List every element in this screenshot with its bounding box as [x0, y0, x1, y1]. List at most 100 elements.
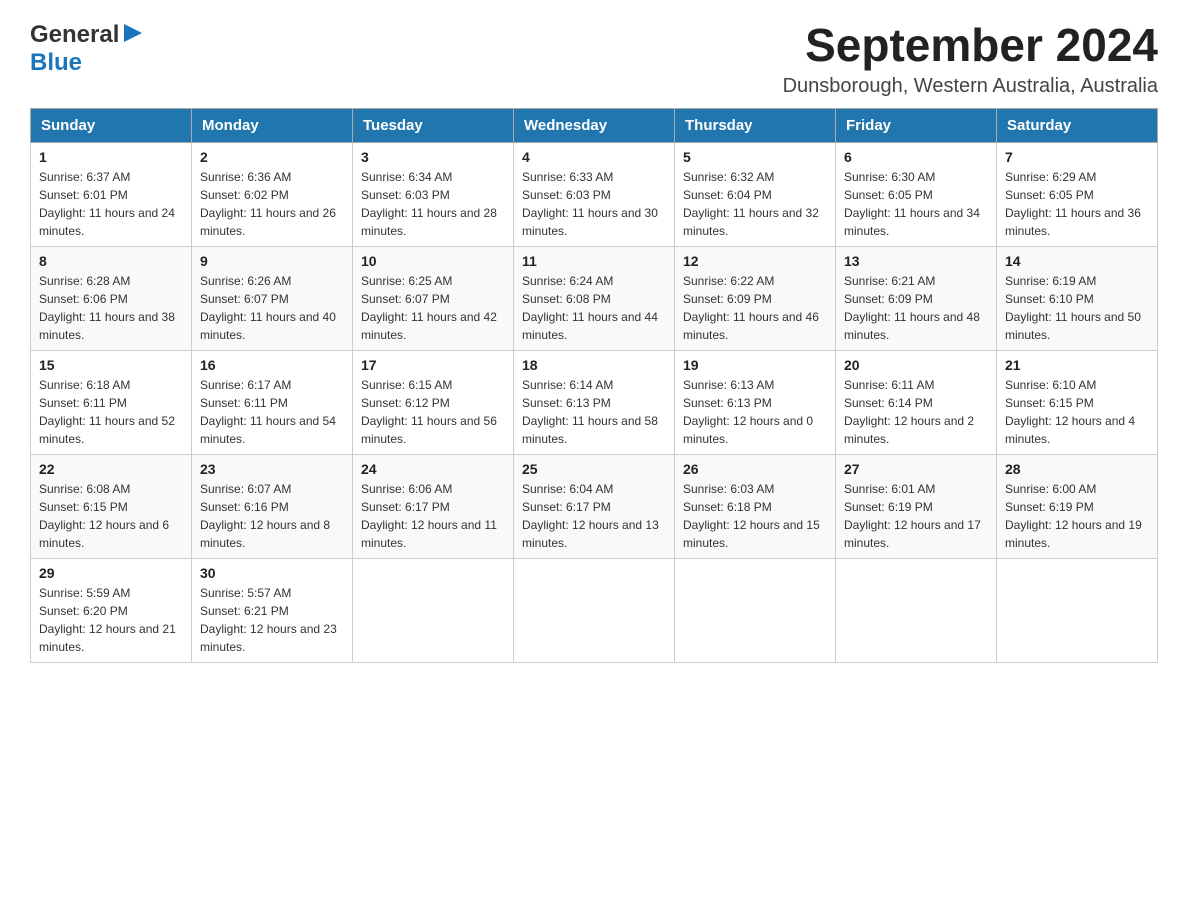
day-info: Sunrise: 6:11 AMSunset: 6:14 PMDaylight:…	[844, 378, 974, 446]
calendar-cell	[514, 558, 675, 662]
day-info: Sunrise: 6:19 AMSunset: 6:10 PMDaylight:…	[1005, 274, 1141, 342]
day-info: Sunrise: 6:08 AMSunset: 6:15 PMDaylight:…	[39, 482, 169, 550]
day-info: Sunrise: 6:06 AMSunset: 6:17 PMDaylight:…	[361, 482, 497, 550]
day-info: Sunrise: 6:18 AMSunset: 6:11 PMDaylight:…	[39, 378, 175, 446]
calendar-week-row: 29 Sunrise: 5:59 AMSunset: 6:20 PMDaylig…	[31, 558, 1158, 662]
weekday-header-tuesday: Tuesday	[353, 108, 514, 142]
weekday-header-row: SundayMondayTuesdayWednesdayThursdayFrid…	[31, 108, 1158, 142]
day-number: 24	[361, 461, 505, 477]
calendar-cell: 17 Sunrise: 6:15 AMSunset: 6:12 PMDaylig…	[353, 350, 514, 454]
calendar-cell: 14 Sunrise: 6:19 AMSunset: 6:10 PMDaylig…	[997, 246, 1158, 350]
day-number: 19	[683, 357, 827, 373]
calendar-cell: 29 Sunrise: 5:59 AMSunset: 6:20 PMDaylig…	[31, 558, 192, 662]
weekday-header-monday: Monday	[192, 108, 353, 142]
calendar-cell	[997, 558, 1158, 662]
day-info: Sunrise: 6:37 AMSunset: 6:01 PMDaylight:…	[39, 170, 175, 238]
day-info: Sunrise: 6:28 AMSunset: 6:06 PMDaylight:…	[39, 274, 175, 342]
logo: General Blue	[30, 20, 144, 77]
calendar-week-row: 22 Sunrise: 6:08 AMSunset: 6:15 PMDaylig…	[31, 454, 1158, 558]
calendar-cell: 8 Sunrise: 6:28 AMSunset: 6:06 PMDayligh…	[31, 246, 192, 350]
day-number: 22	[39, 461, 183, 477]
day-info: Sunrise: 6:04 AMSunset: 6:17 PMDaylight:…	[522, 482, 659, 550]
calendar-cell: 5 Sunrise: 6:32 AMSunset: 6:04 PMDayligh…	[675, 142, 836, 246]
weekday-header-friday: Friday	[836, 108, 997, 142]
day-number: 26	[683, 461, 827, 477]
day-number: 27	[844, 461, 988, 477]
day-number: 12	[683, 253, 827, 269]
day-number: 9	[200, 253, 344, 269]
calendar-week-row: 1 Sunrise: 6:37 AMSunset: 6:01 PMDayligh…	[31, 142, 1158, 246]
day-info: Sunrise: 5:57 AMSunset: 6:21 PMDaylight:…	[200, 586, 337, 654]
calendar-cell: 10 Sunrise: 6:25 AMSunset: 6:07 PMDaylig…	[353, 246, 514, 350]
day-info: Sunrise: 6:15 AMSunset: 6:12 PMDaylight:…	[361, 378, 497, 446]
calendar-table: SundayMondayTuesdayWednesdayThursdayFrid…	[30, 108, 1158, 663]
calendar-cell: 20 Sunrise: 6:11 AMSunset: 6:14 PMDaylig…	[836, 350, 997, 454]
day-info: Sunrise: 6:33 AMSunset: 6:03 PMDaylight:…	[522, 170, 658, 238]
calendar-cell: 23 Sunrise: 6:07 AMSunset: 6:16 PMDaylig…	[192, 454, 353, 558]
calendar-cell	[675, 558, 836, 662]
day-number: 13	[844, 253, 988, 269]
logo-general-text: General	[30, 21, 119, 49]
day-number: 3	[361, 149, 505, 165]
calendar-cell: 1 Sunrise: 6:37 AMSunset: 6:01 PMDayligh…	[31, 142, 192, 246]
day-info: Sunrise: 6:00 AMSunset: 6:19 PMDaylight:…	[1005, 482, 1142, 550]
day-info: Sunrise: 6:25 AMSunset: 6:07 PMDaylight:…	[361, 274, 497, 342]
day-info: Sunrise: 6:01 AMSunset: 6:19 PMDaylight:…	[844, 482, 981, 550]
day-info: Sunrise: 6:32 AMSunset: 6:04 PMDaylight:…	[683, 170, 819, 238]
calendar-cell: 3 Sunrise: 6:34 AMSunset: 6:03 PMDayligh…	[353, 142, 514, 246]
day-info: Sunrise: 6:07 AMSunset: 6:16 PMDaylight:…	[200, 482, 330, 550]
calendar-cell: 4 Sunrise: 6:33 AMSunset: 6:03 PMDayligh…	[514, 142, 675, 246]
calendar-cell: 30 Sunrise: 5:57 AMSunset: 6:21 PMDaylig…	[192, 558, 353, 662]
day-info: Sunrise: 6:24 AMSunset: 6:08 PMDaylight:…	[522, 274, 658, 342]
day-number: 14	[1005, 253, 1149, 269]
day-number: 6	[844, 149, 988, 165]
calendar-cell: 28 Sunrise: 6:00 AMSunset: 6:19 PMDaylig…	[997, 454, 1158, 558]
day-number: 11	[522, 253, 666, 269]
calendar-cell: 22 Sunrise: 6:08 AMSunset: 6:15 PMDaylig…	[31, 454, 192, 558]
calendar-cell: 6 Sunrise: 6:30 AMSunset: 6:05 PMDayligh…	[836, 142, 997, 246]
calendar-week-row: 15 Sunrise: 6:18 AMSunset: 6:11 PMDaylig…	[31, 350, 1158, 454]
title-area: September 2024 Dunsborough, Western Aust…	[783, 20, 1158, 98]
weekday-header-thursday: Thursday	[675, 108, 836, 142]
day-number: 30	[200, 565, 344, 581]
calendar-cell: 7 Sunrise: 6:29 AMSunset: 6:05 PMDayligh…	[997, 142, 1158, 246]
calendar-cell: 19 Sunrise: 6:13 AMSunset: 6:13 PMDaylig…	[675, 350, 836, 454]
logo-arrow-icon	[122, 22, 144, 49]
day-info: Sunrise: 6:10 AMSunset: 6:15 PMDaylight:…	[1005, 378, 1135, 446]
calendar-cell: 11 Sunrise: 6:24 AMSunset: 6:08 PMDaylig…	[514, 246, 675, 350]
calendar-cell: 27 Sunrise: 6:01 AMSunset: 6:19 PMDaylig…	[836, 454, 997, 558]
day-number: 1	[39, 149, 183, 165]
day-number: 8	[39, 253, 183, 269]
calendar-subtitle: Dunsborough, Western Australia, Australi…	[783, 75, 1158, 98]
weekday-header-wednesday: Wednesday	[514, 108, 675, 142]
day-number: 4	[522, 149, 666, 165]
calendar-cell: 12 Sunrise: 6:22 AMSunset: 6:09 PMDaylig…	[675, 246, 836, 350]
day-info: Sunrise: 6:29 AMSunset: 6:05 PMDaylight:…	[1005, 170, 1141, 238]
calendar-cell: 21 Sunrise: 6:10 AMSunset: 6:15 PMDaylig…	[997, 350, 1158, 454]
day-info: Sunrise: 6:34 AMSunset: 6:03 PMDaylight:…	[361, 170, 497, 238]
day-info: Sunrise: 6:03 AMSunset: 6:18 PMDaylight:…	[683, 482, 820, 550]
day-number: 2	[200, 149, 344, 165]
day-number: 7	[1005, 149, 1149, 165]
calendar-week-row: 8 Sunrise: 6:28 AMSunset: 6:06 PMDayligh…	[31, 246, 1158, 350]
day-info: Sunrise: 6:26 AMSunset: 6:07 PMDaylight:…	[200, 274, 336, 342]
calendar-cell: 2 Sunrise: 6:36 AMSunset: 6:02 PMDayligh…	[192, 142, 353, 246]
calendar-cell: 15 Sunrise: 6:18 AMSunset: 6:11 PMDaylig…	[31, 350, 192, 454]
weekday-header-sunday: Sunday	[31, 108, 192, 142]
calendar-cell: 9 Sunrise: 6:26 AMSunset: 6:07 PMDayligh…	[192, 246, 353, 350]
day-info: Sunrise: 6:22 AMSunset: 6:09 PMDaylight:…	[683, 274, 819, 342]
calendar-cell: 13 Sunrise: 6:21 AMSunset: 6:09 PMDaylig…	[836, 246, 997, 350]
weekday-header-saturday: Saturday	[997, 108, 1158, 142]
calendar-cell: 26 Sunrise: 6:03 AMSunset: 6:18 PMDaylig…	[675, 454, 836, 558]
day-number: 15	[39, 357, 183, 373]
calendar-cell: 25 Sunrise: 6:04 AMSunset: 6:17 PMDaylig…	[514, 454, 675, 558]
day-number: 28	[1005, 461, 1149, 477]
calendar-cell: 18 Sunrise: 6:14 AMSunset: 6:13 PMDaylig…	[514, 350, 675, 454]
logo-blue-text: Blue	[30, 49, 82, 76]
day-info: Sunrise: 6:21 AMSunset: 6:09 PMDaylight:…	[844, 274, 980, 342]
calendar-cell: 16 Sunrise: 6:17 AMSunset: 6:11 PMDaylig…	[192, 350, 353, 454]
day-number: 18	[522, 357, 666, 373]
day-number: 23	[200, 461, 344, 477]
day-info: Sunrise: 6:17 AMSunset: 6:11 PMDaylight:…	[200, 378, 336, 446]
day-info: Sunrise: 5:59 AMSunset: 6:20 PMDaylight:…	[39, 586, 176, 654]
